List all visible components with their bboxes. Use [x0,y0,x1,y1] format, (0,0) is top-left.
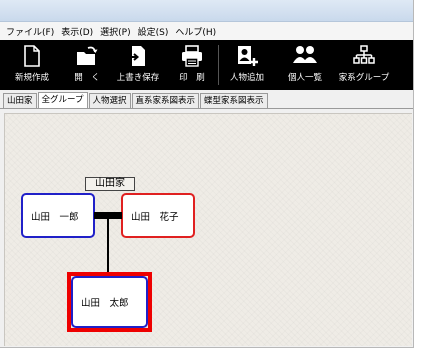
person-card-husband[interactable]: 山田 一郎 [21,193,95,238]
tab-bar: 山田家 全グループ 人物選択 直系家系図表示 蝶型家系図表示 [0,92,413,109]
open-button-label: 開 く [74,73,100,83]
menu-file[interactable]: ファイル(F) [6,25,54,38]
print-button-label: 印 刷 [179,73,205,83]
tab-lineal-tree[interactable]: 直系家系図表示 [131,93,200,108]
add-person-button[interactable]: 人物追加 [219,40,275,90]
open-button[interactable]: 開 く [64,40,110,90]
tab-all-groups[interactable]: 全グループ [37,92,88,108]
person-card-child[interactable]: 山田 太郎 [71,276,148,328]
family-name-label: 山田家 [85,177,135,191]
family-group-button[interactable]: 家系グループ [335,40,393,90]
print-button[interactable]: 印 刷 [166,40,218,90]
printer-icon [182,45,202,67]
family-group-label: 家系グループ [338,73,390,83]
hierarchy-icon [353,45,375,64]
person-list-label: 個人一覧 [287,73,322,83]
save-icon [129,46,145,66]
new-button[interactable]: 新規作成 [0,40,64,90]
toolbar: 新規作成 開 く 上書き保存 印 刷 人物追加 個人一覧 家系グループ [0,40,413,90]
menu-help[interactable]: ヘルプ(H) [175,25,216,38]
overwrite-save-button[interactable]: 上書き保存 [110,40,166,90]
menu-view[interactable]: 表示(D) [61,25,93,38]
new-document-icon [24,45,40,67]
title-bar [0,0,413,22]
new-button-label: 新規作成 [14,73,49,83]
person-list-button[interactable]: 個人一覧 [275,40,335,90]
menu-bar: ファイル(F) 表示(D) 選択(P) 設定(S) ヘルプ(H) [0,22,413,40]
overwrite-save-label: 上書き保存 [116,73,160,83]
tab-butterfly-tree[interactable]: 蝶型家系図表示 [200,93,268,108]
add-person-icon [238,46,258,66]
tab-person-select[interactable]: 人物選択 [88,93,131,108]
people-icon [293,46,317,63]
menu-settings[interactable]: 設定(S) [138,25,169,38]
menu-select[interactable]: 選択(P) [100,25,130,38]
person-card-wife[interactable]: 山田 花子 [121,193,195,238]
tab-yamada-family[interactable]: 山田家 [3,93,37,108]
family-tree-canvas[interactable]: 山田家 山田 一郎 山田 花子 山田 太郎 [4,113,412,346]
marriage-connector [94,212,122,219]
open-folder-icon [77,46,98,65]
add-person-label: 人物追加 [229,73,264,83]
app-window: ファイル(F) 表示(D) 選択(P) 設定(S) ヘルプ(H) 新規作成 開 … [0,0,414,348]
